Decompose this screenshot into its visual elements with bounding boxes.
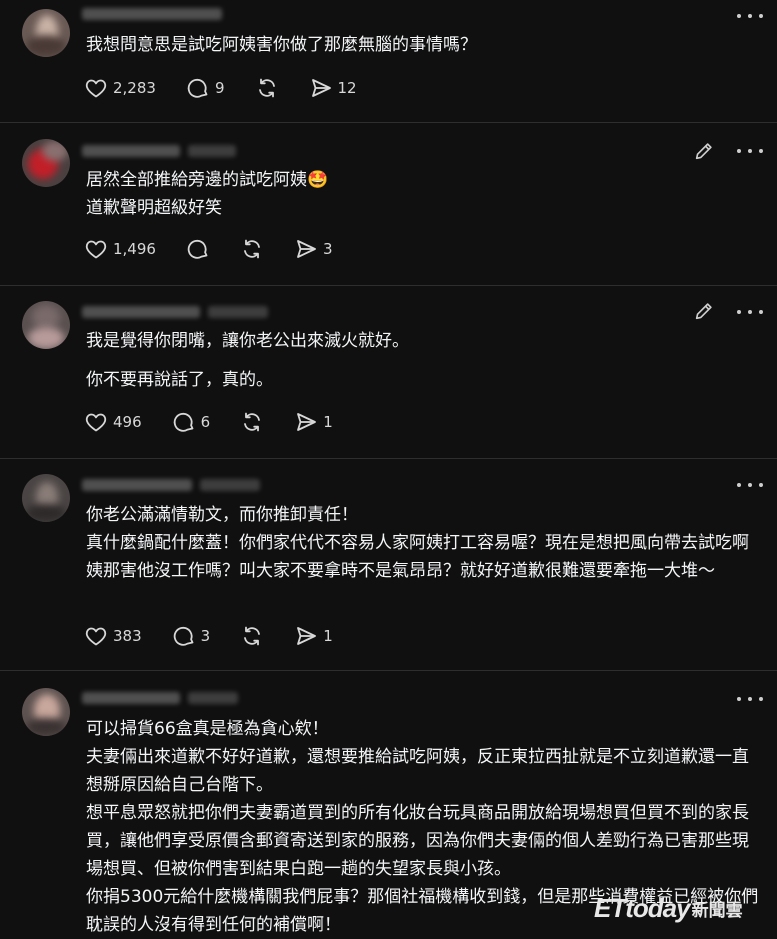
username-redacted (82, 692, 180, 704)
timestamp-redacted (208, 306, 268, 318)
comment-bubble-icon (173, 412, 194, 432)
comment-button[interactable]: 9 (186, 76, 225, 100)
post-text: 你老公滿滿情勒文，而你推卸責任！ 真什麼鍋配什麼蓋！你們家代代不容易人家阿姨打工… (86, 505, 749, 581)
repost-button[interactable] (255, 76, 279, 100)
post-text: 我想問意思是試吃阿姨害你做了那麼無腦的事情嗎？ (86, 35, 477, 55)
timestamp-redacted (188, 692, 238, 704)
timestamp-redacted (200, 479, 260, 491)
pencil-edit-icon[interactable] (693, 300, 715, 322)
share-count: 1 (323, 413, 333, 431)
repost-icon (244, 626, 261, 646)
avatar[interactable] (22, 688, 70, 736)
more-options-button[interactable] (737, 11, 763, 21)
like-button[interactable]: 383 (84, 624, 142, 648)
comment-bubble-icon (187, 239, 208, 259)
avatar[interactable] (22, 474, 70, 522)
repost-icon (244, 412, 261, 432)
comment-count: 6 (200, 413, 211, 431)
post-actions: 1,496 3 (84, 237, 363, 261)
post-text-paragraph-2: 你不要再說話了，真的。 (86, 370, 273, 390)
post-actions: 496 6 1 (84, 410, 363, 434)
repost-icon (244, 239, 260, 259)
share-count: 12 (337, 79, 357, 97)
send-icon (297, 413, 317, 431)
like-button[interactable]: 496 (84, 410, 142, 434)
more-options-button[interactable] (737, 146, 763, 156)
comment-button[interactable] (186, 237, 210, 261)
like-button[interactable]: 1,496 (84, 237, 156, 261)
send-icon (297, 627, 317, 645)
post-actions: 383 3 1 (84, 624, 363, 648)
watermark-suffix: 新聞雲 (691, 900, 743, 920)
comment-bubble-icon (187, 78, 208, 98)
divider (0, 122, 777, 123)
share-button[interactable]: 12 (309, 76, 357, 100)
comment-bubble-icon (173, 626, 194, 646)
divider (0, 458, 777, 459)
post-text-paragraph-1: 我是覺得你閉嘴，讓你老公出來滅火就好。 (86, 331, 409, 351)
share-button[interactable]: 3 (294, 237, 333, 261)
divider (0, 670, 777, 671)
heart-icon (85, 240, 107, 259)
like-count: 1,496 (113, 240, 156, 258)
repost-button[interactable] (240, 624, 264, 648)
repost-button[interactable] (240, 410, 264, 434)
pencil-edit-icon[interactable] (693, 140, 715, 162)
more-options-button[interactable] (737, 307, 763, 317)
heart-icon (85, 413, 107, 432)
send-icon (297, 240, 316, 258)
heart-icon (85, 79, 107, 98)
username-redacted (82, 8, 222, 20)
avatar[interactable] (22, 301, 70, 349)
ettoday-watermark-logo: ETtoday 新聞雲 (594, 893, 743, 923)
post-actions: 2,283 9 12 (84, 76, 387, 100)
like-count: 383 (113, 627, 142, 645)
comment-button[interactable]: 6 (172, 410, 211, 434)
more-options-button[interactable] (737, 480, 763, 490)
share-button[interactable]: 1 (294, 624, 333, 648)
comment-button[interactable]: 3 (172, 624, 211, 648)
heart-icon (85, 627, 107, 646)
more-options-button[interactable] (737, 694, 763, 704)
like-button[interactable]: 2,283 (84, 76, 156, 100)
repost-button[interactable] (240, 237, 264, 261)
like-count: 496 (113, 413, 142, 431)
username-redacted (82, 145, 180, 157)
divider (0, 285, 777, 286)
comment-count: 3 (200, 627, 211, 645)
comment-count: 9 (214, 79, 225, 97)
username-redacted (82, 479, 192, 491)
share-button[interactable]: 1 (294, 410, 333, 434)
post-text: 居然全部推給旁邊的試吃阿姨🤩 道歉聲明超級好笑 (86, 170, 329, 218)
avatar[interactable] (22, 139, 70, 187)
like-count: 2,283 (113, 79, 156, 97)
watermark-brand: ETtoday (594, 892, 691, 923)
share-count: 1 (323, 627, 333, 645)
username-redacted (82, 306, 200, 318)
repost-icon (258, 78, 275, 98)
share-count: 3 (322, 240, 333, 258)
timestamp-redacted (188, 145, 236, 157)
send-icon (311, 79, 331, 97)
avatar[interactable] (22, 9, 70, 57)
